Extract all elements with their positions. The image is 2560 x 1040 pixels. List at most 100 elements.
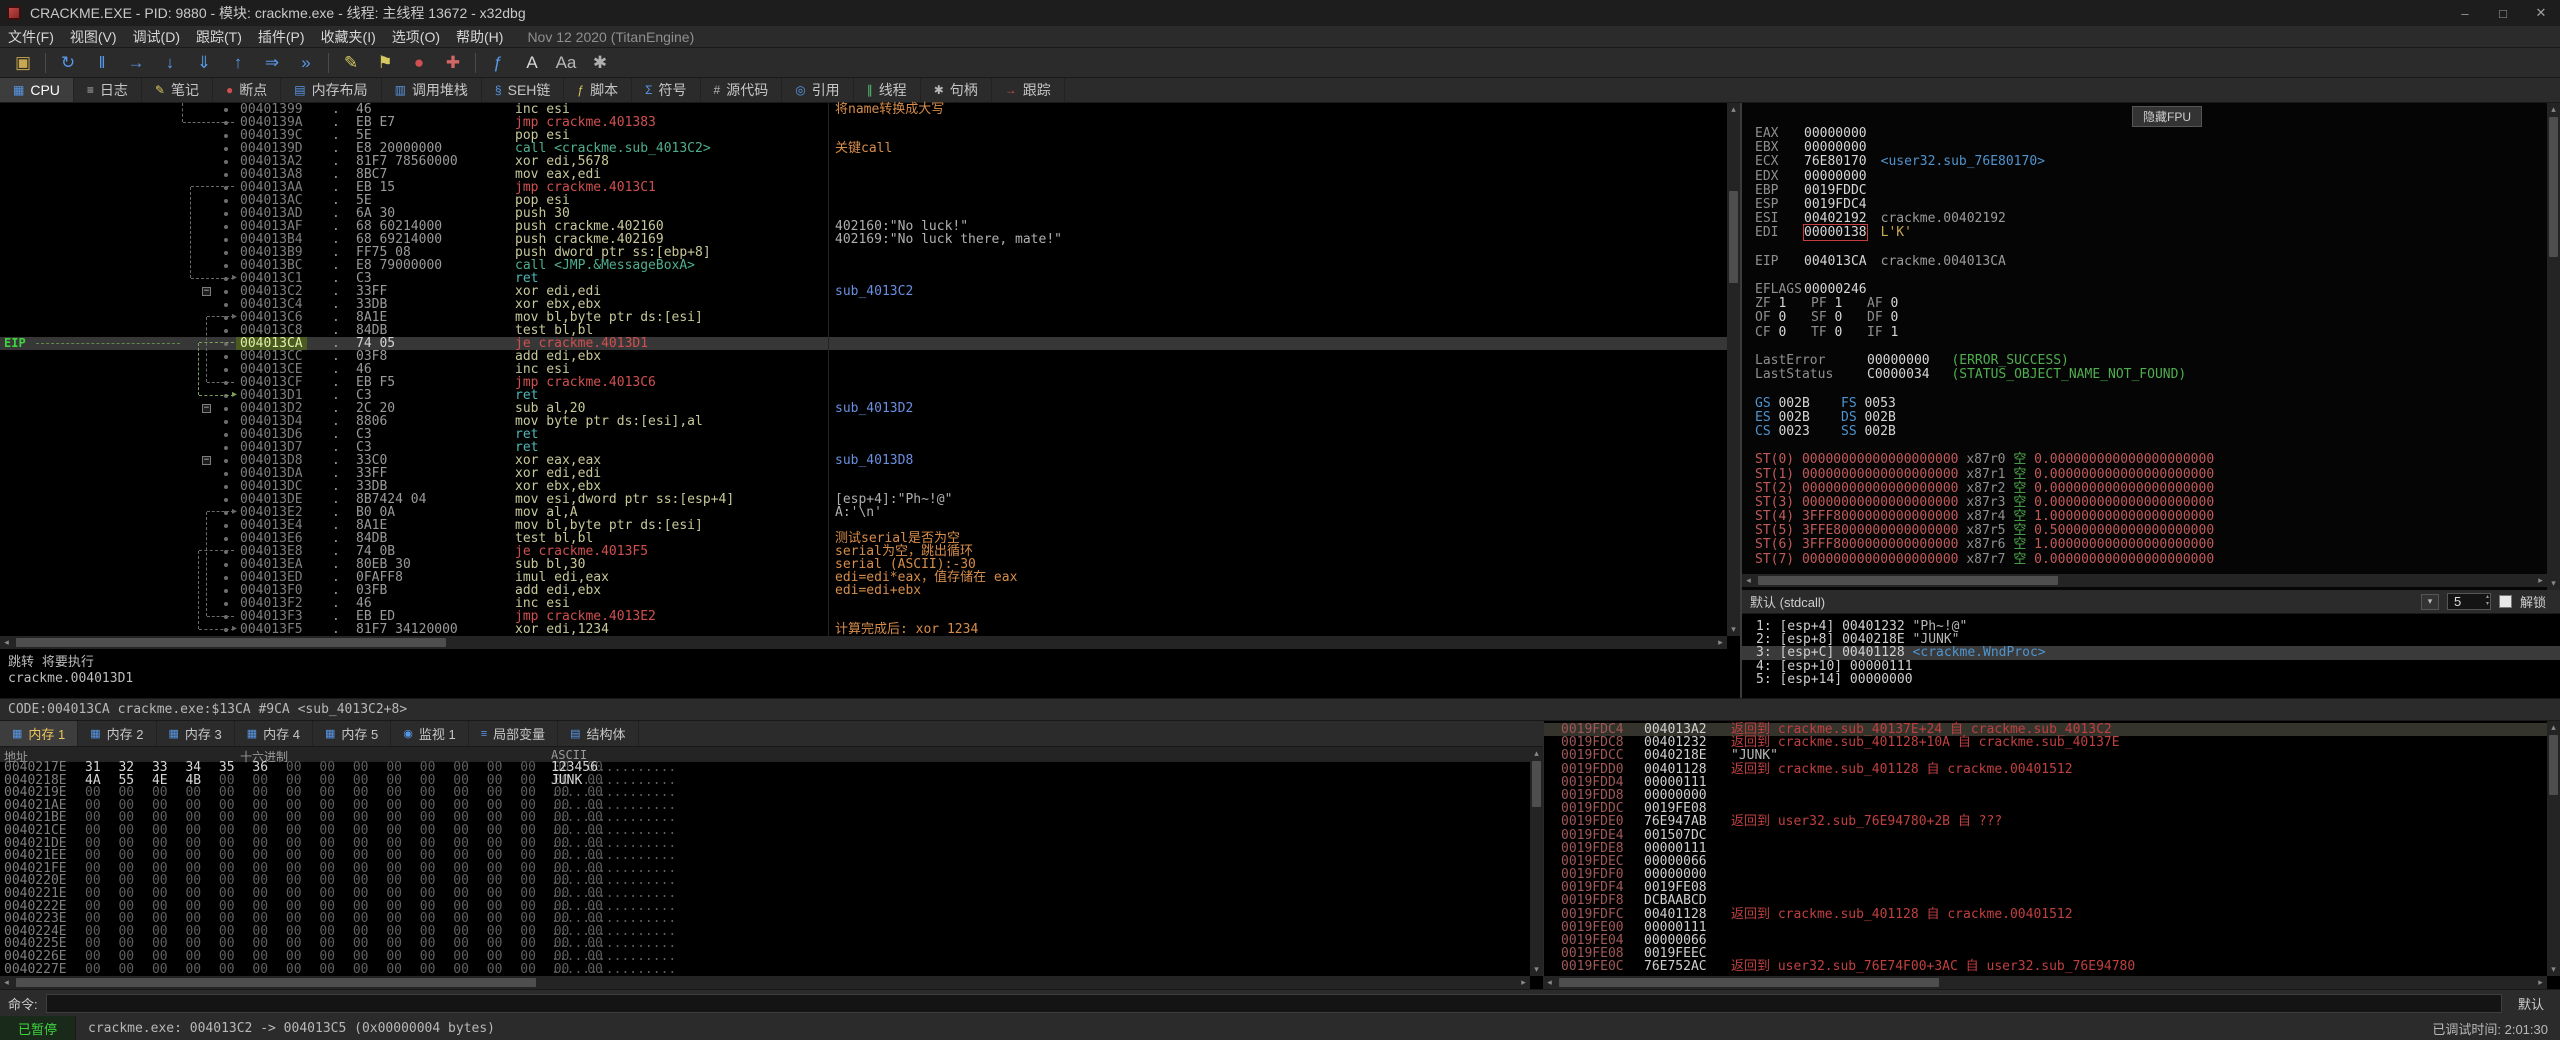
fpu-x87r2[interactable]: ST(2) 00000000000000000000 x87r2 空 0.000… [1755,482,2214,496]
font-icon[interactable]: Aa [549,51,583,75]
scroll-up-icon[interactable]: ▴ [1727,103,1740,116]
stack-row[interactable]: 0019FDCC0040218E"JUNK" [1544,749,2547,762]
scroll-down-icon[interactable]: ▾ [2547,577,2560,590]
argument-count-spinner[interactable]: 5 ▴▾ [2447,593,2491,610]
scroll-right-icon[interactable]: ▸ [2534,574,2547,587]
menu-item-7[interactable]: 帮助(H) [448,26,511,47]
minimize-button[interactable]: – [2446,0,2484,26]
dump-tab-memory-4[interactable]: ▦内存 4 [235,721,313,746]
scroll-down-icon[interactable]: ▾ [1530,963,1543,976]
scroll-down-icon[interactable]: ▾ [2547,963,2560,976]
maximize-button[interactable]: □ [2484,0,2522,26]
scroll-thumb[interactable] [2549,735,2558,795]
lasterror-row[interactable]: LastError00000000 (ERROR_SUCCESS) [1755,354,2214,368]
scroll-up-icon[interactable]: ▴ [1530,747,1543,760]
scroll-thumb[interactable] [16,638,446,647]
tab-trace[interactable]: →跟踪 [992,78,1065,102]
scroll-thumb[interactable] [2549,117,2558,257]
spinner-up-icon[interactable]: ▴ [2486,594,2489,601]
register-eip[interactable]: EIP004013CAcrackme.004013CA [1755,255,2214,269]
scroll-left-icon[interactable]: ◂ [1742,574,1755,587]
tab-source[interactable]: #源代码 [701,78,783,102]
dump-tab-memory-3[interactable]: ▦内存 3 [157,721,235,746]
fpu-x87r1[interactable]: ST(1) 00000000000000000000 x87r1 空 0.000… [1755,468,2214,482]
tab-cpu[interactable]: ▦CPU [0,78,74,102]
settings-icon[interactable]: ✱ [583,51,617,75]
menu-item-5[interactable]: 收藏夹(I) [313,26,384,47]
tab-handles[interactable]: ✱句柄 [921,78,992,102]
step-into-icon[interactable]: ↓ [153,51,187,75]
stack-vscrollbar[interactable]: ▴ ▾ [2547,721,2560,976]
scroll-left-icon[interactable]: ◂ [0,636,13,649]
dump-tab-watch-1[interactable]: ◉监视 1 [391,721,468,746]
tab-symbols[interactable]: Σ符号 [632,78,700,102]
command-mode-dropdown[interactable]: 默认 [2510,994,2552,1013]
patch-icon[interactable]: ✚ [436,51,470,75]
unlock-checkbox[interactable] [2499,595,2512,608]
segments-row[interactable]: ES 002BDS 002B [1755,411,2214,425]
dump-vscrollbar[interactable]: ▴ ▾ [1530,747,1543,976]
flags-row[interactable]: ZF 1PF 1AF 0 [1755,297,2214,311]
register-eflags[interactable]: EFLAGS00000246 [1755,283,2214,297]
scroll-thumb[interactable] [1758,576,2058,585]
register-ebp[interactable]: EBP0019FDDC [1755,184,2214,198]
dump-tab-struct[interactable]: ▤结构体 [558,721,638,746]
tab-call-stack[interactable]: ▥调用堆栈 [382,78,482,102]
dump-row[interactable]: 0040227E00 00 00 00 00 00 00 00 00 00 00… [0,964,1530,977]
register-edi[interactable]: EDI00000138L'K' [1755,226,2214,240]
dump-tab-locals[interactable]: ≡局部变量 [469,721,558,746]
stack-row[interactable]: 0019FDFC00401128返回到 crackme.sub_401128 自… [1544,908,2547,921]
scroll-thumb[interactable] [1729,191,1738,283]
stack-row[interactable]: 0019FDD000401128返回到 crackme.sub_401128 自… [1544,763,2547,776]
open-file-icon[interactable]: ▣ [6,51,40,75]
tab-notes[interactable]: ✎笔记 [142,78,213,102]
register-ecx[interactable]: ECX76E80170<user32.sub_76E80170> [1755,155,2214,169]
scroll-right-icon[interactable]: ▸ [1517,976,1530,989]
run-icon[interactable]: → [119,51,153,75]
scroll-right-icon[interactable]: ▸ [2534,976,2547,989]
menu-item-6[interactable]: 选项(O) [384,26,448,47]
registers-hscrollbar[interactable]: ◂ ▸ [1742,574,2547,587]
register-esp[interactable]: ESP0019FDC4 [1755,198,2214,212]
calling-convention-dropdown[interactable]: ▾ [2421,594,2439,610]
argument-row[interactable]: 5: [esp+14] 00000000 [1742,673,2560,686]
laststatus-row[interactable]: LastStatusC0000034 (STATUS_OBJECT_NAME_N… [1755,368,2214,382]
register-ebx[interactable]: EBX00000000 [1755,141,2214,155]
tab-log[interactable]: ≡日志 [74,78,142,102]
highlight-icon[interactable]: A [515,51,549,75]
menu-item-4[interactable]: 插件(P) [250,26,313,47]
spinner-down-icon[interactable]: ▾ [2486,601,2489,608]
tab-references[interactable]: ◎引用 [782,78,853,102]
segments-row[interactable]: CS 0023SS 002B [1755,425,2214,439]
registers-vscrollbar[interactable]: ▴ ▾ [2547,103,2560,590]
scroll-left-icon[interactable]: ◂ [1543,976,1556,989]
pause-icon[interactable]: ‖ [85,51,119,75]
restart-icon[interactable]: ↻ [51,51,85,75]
flags-row[interactable]: OF 0SF 0DF 0 [1755,311,2214,325]
dump-tab-memory-5[interactable]: ▦内存 5 [313,721,391,746]
label-icon[interactable]: ⚑ [368,51,402,75]
trace-into-icon[interactable]: » [289,51,323,75]
scroll-right-icon[interactable]: ▸ [1714,636,1727,649]
scroll-down-icon[interactable]: ▾ [1727,623,1740,636]
fpu-x87r0[interactable]: ST(0) 00000000000000000000 x87r0 空 0.000… [1755,453,2214,467]
flags-row[interactable]: CF 0TF 0IF 1 [1755,326,2214,340]
scroll-up-icon[interactable]: ▴ [2547,103,2560,116]
scroll-thumb[interactable] [1532,761,1541,807]
stack-row[interactable]: 0019FDD400000111 [1544,776,2547,789]
scroll-thumb[interactable] [1559,978,1939,987]
disasm-row[interactable]: 004013F5.81F7 34120000xor edi,1234计算完成后:… [0,623,1727,636]
tab-seh[interactable]: §SEH链 [482,78,564,102]
close-button[interactable]: ✕ [2522,0,2560,26]
menu-item-0[interactable]: 文件(F) [0,26,62,47]
fx-icon[interactable]: ƒ [481,51,515,75]
menu-item-1[interactable]: 视图(V) [62,26,125,47]
fpu-x87r5[interactable]: ST(5) 3FFE8000000000000000 x87r5 空 0.500… [1755,524,2214,538]
menu-item-2[interactable]: 调试(D) [125,26,188,47]
tab-script[interactable]: ƒ脚本 [564,78,632,102]
fpu-x87r3[interactable]: ST(3) 00000000000000000000 x87r3 空 0.000… [1755,496,2214,510]
tab-breakpoints[interactable]: ●断点 [213,78,281,102]
scroll-thumb[interactable] [16,978,536,987]
register-edx[interactable]: EDX00000000 [1755,170,2214,184]
dump-hscrollbar[interactable]: ◂ ▸ [0,976,1530,989]
